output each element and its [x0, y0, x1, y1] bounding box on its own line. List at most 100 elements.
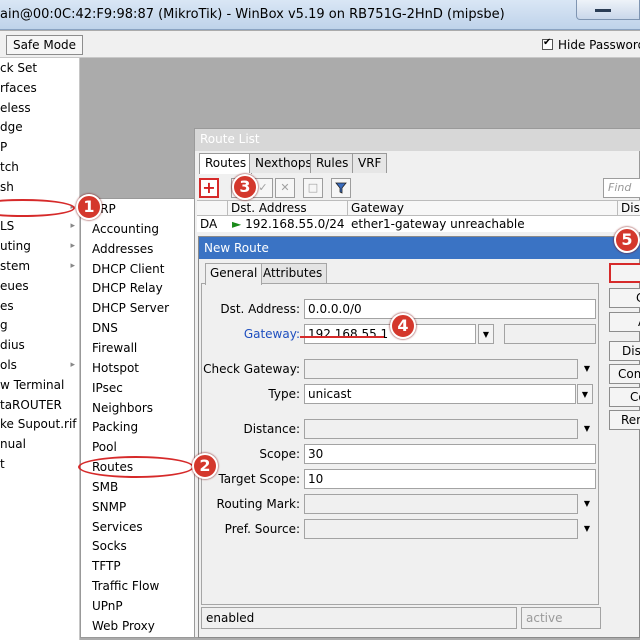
tab-rules[interactable]: Rules: [310, 153, 355, 173]
routing-mark-label: Routing Mark:: [216, 497, 300, 511]
disable-button[interactable]: Dis: [609, 341, 640, 361]
column-distance[interactable]: Dist: [617, 201, 640, 216]
submenu-item[interactable]: Firewall: [84, 338, 192, 358]
pref-source-input[interactable]: [304, 519, 578, 539]
dst-address-input[interactable]: 0.0.0.0/0: [304, 299, 596, 319]
submenu-item[interactable]: DNS: [84, 318, 192, 338]
routing-mark-select[interactable]: [304, 494, 578, 514]
submenu-item[interactable]: TFTP: [84, 556, 192, 576]
minimize-button[interactable]: [576, 0, 640, 20]
row-flags: DA: [200, 217, 218, 231]
scope-input[interactable]: 30: [304, 444, 596, 464]
tab-attributes[interactable]: Attributes: [258, 263, 328, 284]
sidebar-item[interactable]: eues: [0, 276, 80, 296]
sidebar-item-label: ck Set: [0, 61, 38, 75]
row-dst-value: 192.168.55.0/24: [245, 217, 345, 231]
sidebar-item[interactable]: es: [0, 296, 80, 316]
sidebar-item-label: P: [0, 140, 8, 155]
sidebar-item[interactable]: uting ▸: [0, 236, 80, 256]
tab-general[interactable]: General: [205, 263, 263, 285]
sidebar-item-label: LS: [0, 219, 15, 234]
ok-button[interactable]: O: [609, 263, 640, 283]
submenu-item[interactable]: Packing: [84, 417, 192, 437]
pref-source-label: Pref. Source:: [224, 522, 300, 536]
comment-button[interactable]: Com: [609, 364, 640, 384]
check-gateway-dropdown-icon[interactable]: ▼: [579, 359, 595, 379]
submenu-item[interactable]: Addresses: [84, 239, 192, 259]
column-dst-address[interactable]: Dst. Address: [227, 201, 347, 216]
column-flags[interactable]: [197, 201, 227, 216]
submenu-item[interactable]: Web Proxy: [84, 616, 192, 636]
tab-routes[interactable]: Routes: [199, 153, 253, 174]
sidebar-item[interactable]: eless: [0, 98, 80, 118]
routes-table-header: Dst. Address Gateway Dist: [197, 200, 640, 216]
check-gateway-select[interactable]: [304, 359, 578, 379]
cancel-button[interactable]: Ca: [609, 288, 640, 308]
distance-dropdown-icon[interactable]: ▼: [579, 419, 595, 439]
routing-mark-dropdown-icon[interactable]: ▼: [579, 494, 595, 514]
sidebar-item[interactable]: rfaces: [0, 78, 80, 98]
distance-input[interactable]: [304, 419, 578, 439]
sidebar-menu: ck Set rfaces eless dge Ptch sh ▸ LS ▸ uting ▸ stem…: [0, 58, 80, 640]
tab-nexthops[interactable]: Nexthops: [249, 153, 318, 173]
submenu-item[interactable]: DHCP Server: [84, 298, 192, 318]
sidebar-item[interactable]: ols ▸: [0, 355, 80, 375]
submenu-item[interactable]: SMB: [84, 477, 192, 497]
copy-button[interactable]: Co: [609, 387, 640, 407]
sidebar-item[interactable]: stem ▸: [0, 256, 80, 276]
gateway-label[interactable]: Gateway:: [202, 324, 300, 344]
submenu-arrow-icon: ▸: [70, 360, 75, 370]
checkbox-icon[interactable]: [542, 37, 553, 50]
type-dropdown-icon[interactable]: ▼: [577, 384, 593, 404]
sidebar-item[interactable]: ck Set: [0, 58, 80, 78]
sidebar-item[interactable]: dius: [0, 335, 80, 355]
gateway-extra-input[interactable]: [504, 324, 596, 344]
sidebar-item[interactable]: ke Supout.rif: [0, 414, 80, 434]
sidebar-item[interactable]: t: [0, 454, 80, 474]
filter-icon[interactable]: [331, 178, 351, 198]
submenu-item[interactable]: UPnP: [84, 596, 192, 616]
find-input[interactable]: Find: [603, 178, 640, 198]
submenu-item[interactable]: Accounting: [84, 219, 192, 239]
target-scope-input[interactable]: 10: [304, 469, 596, 489]
sidebar-item-label: t: [0, 457, 5, 471]
sidebar-item[interactable]: P: [0, 137, 80, 157]
apply-button[interactable]: Ap: [609, 312, 640, 332]
submenu-item[interactable]: Socks: [84, 536, 192, 556]
add-icon[interactable]: +: [199, 178, 219, 198]
tab-vrf[interactable]: VRF: [352, 153, 388, 173]
submenu-item[interactable]: IPsec: [84, 378, 192, 398]
ip-submenu: ARP Accounting Addresses DHCP Client DHCP Re…: [80, 198, 196, 638]
submenu-item[interactable]: Services: [84, 517, 192, 537]
submenu-item[interactable]: SNMP: [84, 497, 192, 517]
sidebar-item[interactable]: g: [0, 315, 80, 335]
comment-icon[interactable]: □: [303, 178, 323, 198]
remove-button[interactable]: Rem: [609, 410, 640, 430]
submenu-item[interactable]: Pool: [84, 437, 192, 457]
sidebar-item-label: ols: [0, 358, 17, 372]
submenu-arrow-icon: ▸: [70, 221, 75, 232]
sidebar-item[interactable]: tch: [0, 157, 80, 177]
hide-passwords-checkbox[interactable]: Hide Password: [542, 37, 640, 52]
pref-source-dropdown-icon[interactable]: ▼: [579, 519, 595, 539]
submenu-item[interactable]: DHCP Client: [84, 259, 192, 279]
sidebar-item[interactable]: dge: [0, 117, 80, 137]
sidebar-item[interactable]: nual: [0, 434, 80, 454]
type-select[interactable]: unicast: [304, 384, 576, 404]
sidebar-item[interactable]: taROUTER: [0, 395, 80, 415]
safe-mode-button[interactable]: Safe Mode: [6, 35, 83, 55]
sidebar-item[interactable]: w Terminal: [0, 375, 80, 395]
submenu-item[interactable]: DHCP Relay: [84, 278, 192, 298]
submenu-item[interactable]: Hotspot: [84, 358, 192, 378]
submenu-item[interactable]: Traffic Flow: [84, 576, 192, 596]
table-row[interactable]: DA ► 192.168.55.0/24 ether1-gateway unre…: [197, 216, 640, 232]
hide-passwords-label: Hide Password: [558, 38, 640, 52]
sidebar-item[interactable]: sh: [0, 177, 80, 197]
column-gateway[interactable]: Gateway: [347, 201, 617, 216]
submenu-item[interactable]: Neighbors: [84, 398, 192, 418]
disable-icon[interactable]: ✕: [275, 178, 295, 198]
submenu-arrow-icon: ▸: [70, 261, 75, 271]
gateway-dropdown-icon[interactable]: ▼: [478, 324, 494, 344]
sidebar-item[interactable]: LS ▸: [0, 216, 80, 236]
sidebar-item-label: ke Supout.rif: [0, 417, 77, 432]
